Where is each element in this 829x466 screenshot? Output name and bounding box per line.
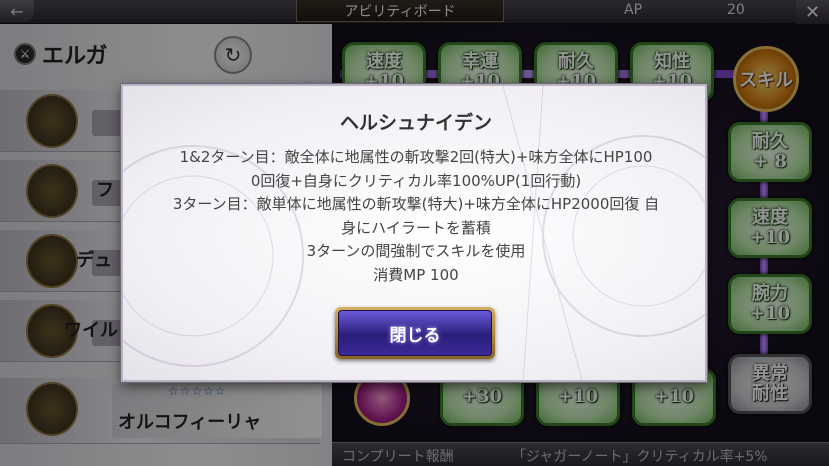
description-line: 0回復+自身にクリティカル率100%UP(1回行動) xyxy=(250,171,582,190)
close-button-label: 閉じる xyxy=(338,310,492,356)
skill-description: 1&2ターン目：敵全体に地属性の斬攻撃2回(特大)+味方全体にHP100 0回復… xyxy=(157,146,675,287)
description-line: 3ターンの間強制でスキルを使用 xyxy=(306,242,526,260)
description-line: 身にハイラートを蓄積 xyxy=(341,218,491,237)
modal-title: ヘルシュナイデン xyxy=(339,112,492,134)
description-line: 消費MP 100 xyxy=(373,265,459,284)
skill-detail-modal: ヘルシュナイデン 1&2ターン目：敵全体に地属性の斬攻撃2回(特大)+味方全体に… xyxy=(121,84,707,382)
description-line: 3ターン目：敵単体に地属性の斬攻撃(特大)+味方全体にHP2000回復 自 xyxy=(172,195,660,213)
close-button[interactable]: 閉じる xyxy=(335,307,495,359)
description-line: 1&2ターン目：敵全体に地属性の斬攻撃2回(特大)+味方全体にHP100 xyxy=(179,148,653,166)
